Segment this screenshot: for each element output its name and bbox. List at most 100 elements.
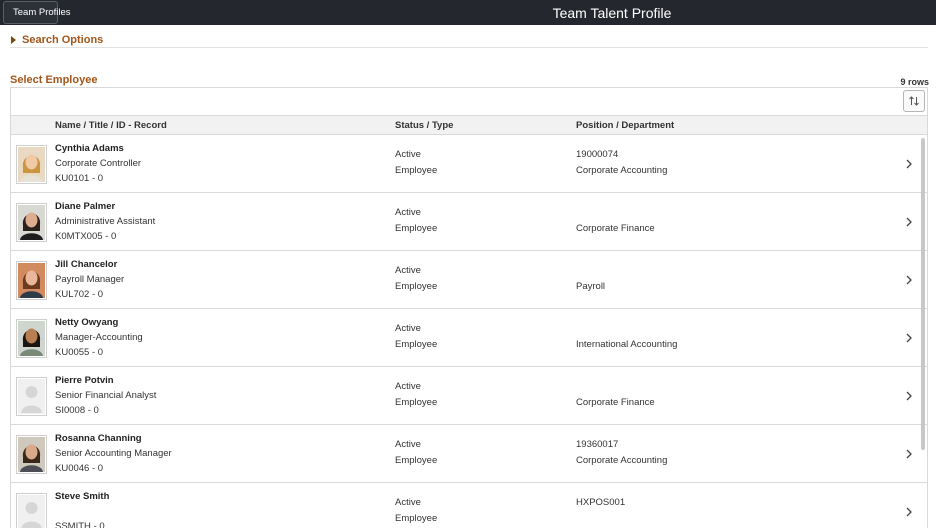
type-text: Employee [395, 397, 438, 408]
chevron-right-icon[interactable] [906, 275, 912, 285]
table-row[interactable]: Pierre Potvin Senior Financial Analyst SI0… [11, 367, 927, 425]
employee-name: Diane Palmer [55, 201, 116, 212]
table-row[interactable]: Diane Palmer Administrative Assistant K0MT… [11, 193, 927, 251]
department-text: Corporate Accounting [576, 455, 668, 466]
employee-id: KUL702 - 0 [55, 289, 104, 300]
position-cell: 19000074 Corporate Accounting [576, 147, 667, 179]
position-text: HXPOS001 [576, 497, 626, 508]
employee-title: Corporate Controller [55, 158, 142, 169]
name-cell: Rosanna Channing Senior Accounting Manage… [55, 431, 172, 476]
status-cell: Active Employee [395, 437, 437, 469]
page-title: Team Talent Profile [0, 5, 936, 21]
employee-title: Payroll Manager [55, 274, 125, 285]
chevron-right-icon[interactable] [906, 217, 912, 227]
type-text: Employee [395, 281, 438, 292]
name-cell: Pierre Potvin Senior Financial Analyst SI0… [55, 373, 156, 418]
employee-id: SSMITH - 0 [55, 521, 105, 528]
employee-id: KU0101 - 0 [55, 173, 104, 184]
position-text [576, 205, 655, 221]
employee-name: Pierre Potvin [55, 375, 114, 386]
status-text: Active [395, 439, 421, 450]
column-header-status[interactable]: Status / Type [395, 120, 453, 131]
department-text: Payroll [576, 281, 606, 292]
employee-title: Senior Financial Analyst [55, 390, 157, 401]
status-text: Active [395, 265, 421, 276]
employee-photo [16, 203, 47, 242]
top-banner: Team Profiles Team Talent Profile [0, 0, 936, 25]
rows-count: 9 rows [900, 77, 929, 87]
employee-name: Cynthia Adams [55, 143, 124, 154]
employee-title: Manager-Accounting [55, 332, 143, 343]
position-text [576, 379, 655, 395]
employee-photo [16, 493, 47, 528]
chevron-right-icon[interactable] [906, 449, 912, 459]
department-text: Corporate Accounting [576, 165, 668, 176]
status-cell: Active Employee [395, 495, 437, 527]
chevron-right-icon[interactable] [906, 507, 912, 517]
employee-name: Netty Owyang [55, 317, 119, 328]
employee-photo [16, 145, 47, 184]
department-text: International Accounting [576, 339, 678, 350]
name-cell: Netty Owyang Manager-Accounting KU0055 - 0 [55, 315, 143, 360]
status-cell: Active Employee [395, 147, 437, 179]
status-cell: Active Employee [395, 263, 437, 295]
employee-photo [16, 377, 47, 416]
table-row[interactable]: Netty Owyang Manager-Accounting KU0055 - 0… [11, 309, 927, 367]
position-text [576, 263, 605, 279]
type-text: Employee [395, 339, 438, 350]
search-options-toggle[interactable]: Search Options [11, 34, 103, 46]
triangle-right-icon [11, 36, 16, 44]
table-row[interactable]: Jill Chancelor Payroll Manager KUL702 - 0 A… [11, 251, 927, 309]
status-text: Active [395, 323, 421, 334]
search-options-label: Search Options [22, 34, 104, 46]
status-cell: Active Employee [395, 321, 437, 353]
position-text [576, 321, 677, 337]
employee-title: Administrative Assistant [55, 216, 156, 227]
employee-id: K0MTX005 - 0 [55, 231, 117, 242]
position-text: 19000074 [576, 149, 619, 160]
employee-photo [16, 319, 47, 358]
employee-name: Rosanna Channing [55, 433, 142, 444]
name-cell: Diane Palmer Administrative Assistant K0MT… [55, 199, 155, 244]
type-text: Employee [395, 165, 438, 176]
status-text: Active [395, 497, 421, 508]
name-cell: Cynthia Adams Corporate Controller KU0101 … [55, 141, 141, 186]
employee-list: Cynthia Adams Corporate Controller KU0101 … [10, 135, 928, 528]
department-text [576, 511, 625, 527]
employee-name: Steve Smith [55, 491, 110, 502]
chevron-right-icon[interactable] [906, 159, 912, 169]
status-text: Active [395, 207, 421, 218]
name-cell: Steve Smith SSMITH - 0 [55, 489, 109, 528]
position-cell: 19360017 Corporate Accounting [576, 437, 667, 469]
section-title: Select Employee [10, 74, 98, 86]
type-text: Employee [395, 513, 438, 524]
scrollbar[interactable] [921, 138, 925, 450]
employee-id: KU0046 - 0 [55, 463, 104, 474]
table-row[interactable]: Steve Smith SSMITH - 0 Active Employee HXPOS… [11, 483, 927, 528]
page-title-text: Team Talent Profile [552, 5, 672, 21]
status-text: Active [395, 381, 421, 392]
table-row[interactable]: Cynthia Adams Corporate Controller KU0101 … [11, 135, 927, 193]
employee-title [55, 504, 109, 519]
employee-photo [16, 435, 47, 474]
position-text: 19360017 [576, 439, 619, 450]
type-text: Employee [395, 223, 438, 234]
employee-title: Senior Accounting Manager [55, 448, 172, 459]
column-header-position[interactable]: Position / Department [576, 120, 674, 131]
sort-icon [909, 96, 919, 106]
position-cell: Corporate Finance [576, 205, 655, 237]
employee-id: SI0008 - 0 [55, 405, 99, 416]
sort-button[interactable] [903, 90, 925, 112]
position-cell: Corporate Finance [576, 379, 655, 411]
chevron-right-icon[interactable] [906, 391, 912, 401]
chevron-right-icon[interactable] [906, 333, 912, 343]
employee-name: Jill Chancelor [55, 259, 118, 270]
status-cell: Active Employee [395, 379, 437, 411]
department-text: Corporate Finance [576, 223, 655, 234]
position-cell: International Accounting [576, 321, 677, 353]
position-cell: Payroll [576, 263, 605, 295]
column-header-name[interactable]: Name / Title / ID - Record [55, 120, 167, 131]
employee-id: KU0055 - 0 [55, 347, 104, 358]
table-row[interactable]: Rosanna Channing Senior Accounting Manage… [11, 425, 927, 483]
grid-toolbar [10, 87, 928, 115]
